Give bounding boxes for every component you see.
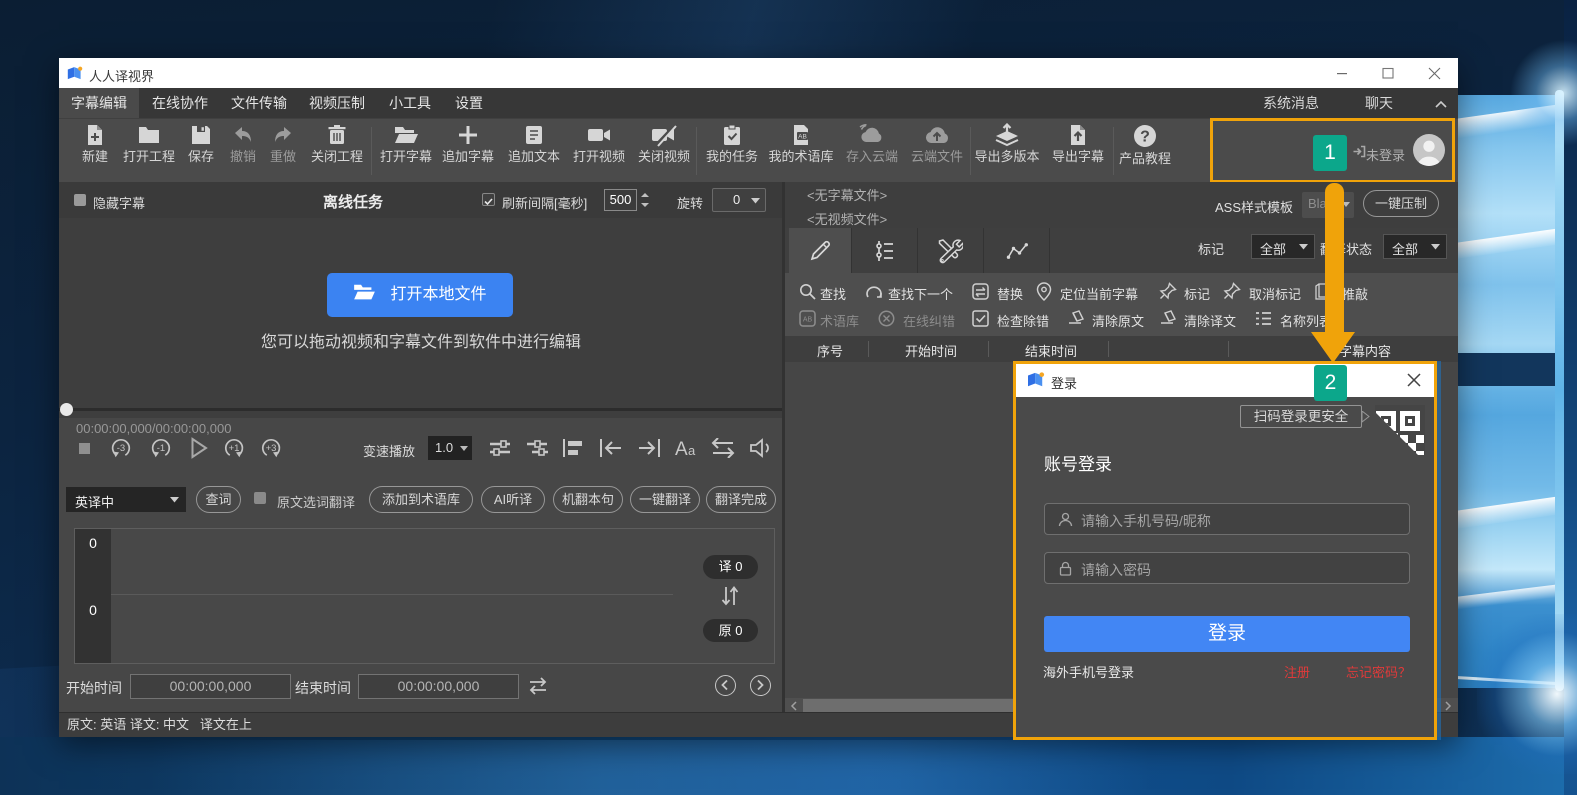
svg-text:A: A — [675, 439, 688, 458]
svg-text:AB: AB — [798, 134, 807, 141]
svg-text:-3: -3 — [117, 443, 125, 454]
svg-text:-1: -1 — [157, 443, 165, 454]
svg-text:+3: +3 — [266, 443, 277, 454]
svg-text:+1: +1 — [229, 443, 240, 454]
svg-text:?: ? — [1140, 129, 1150, 146]
svg-text:a: a — [688, 443, 696, 458]
svg-text:AB: AB — [803, 317, 813, 324]
